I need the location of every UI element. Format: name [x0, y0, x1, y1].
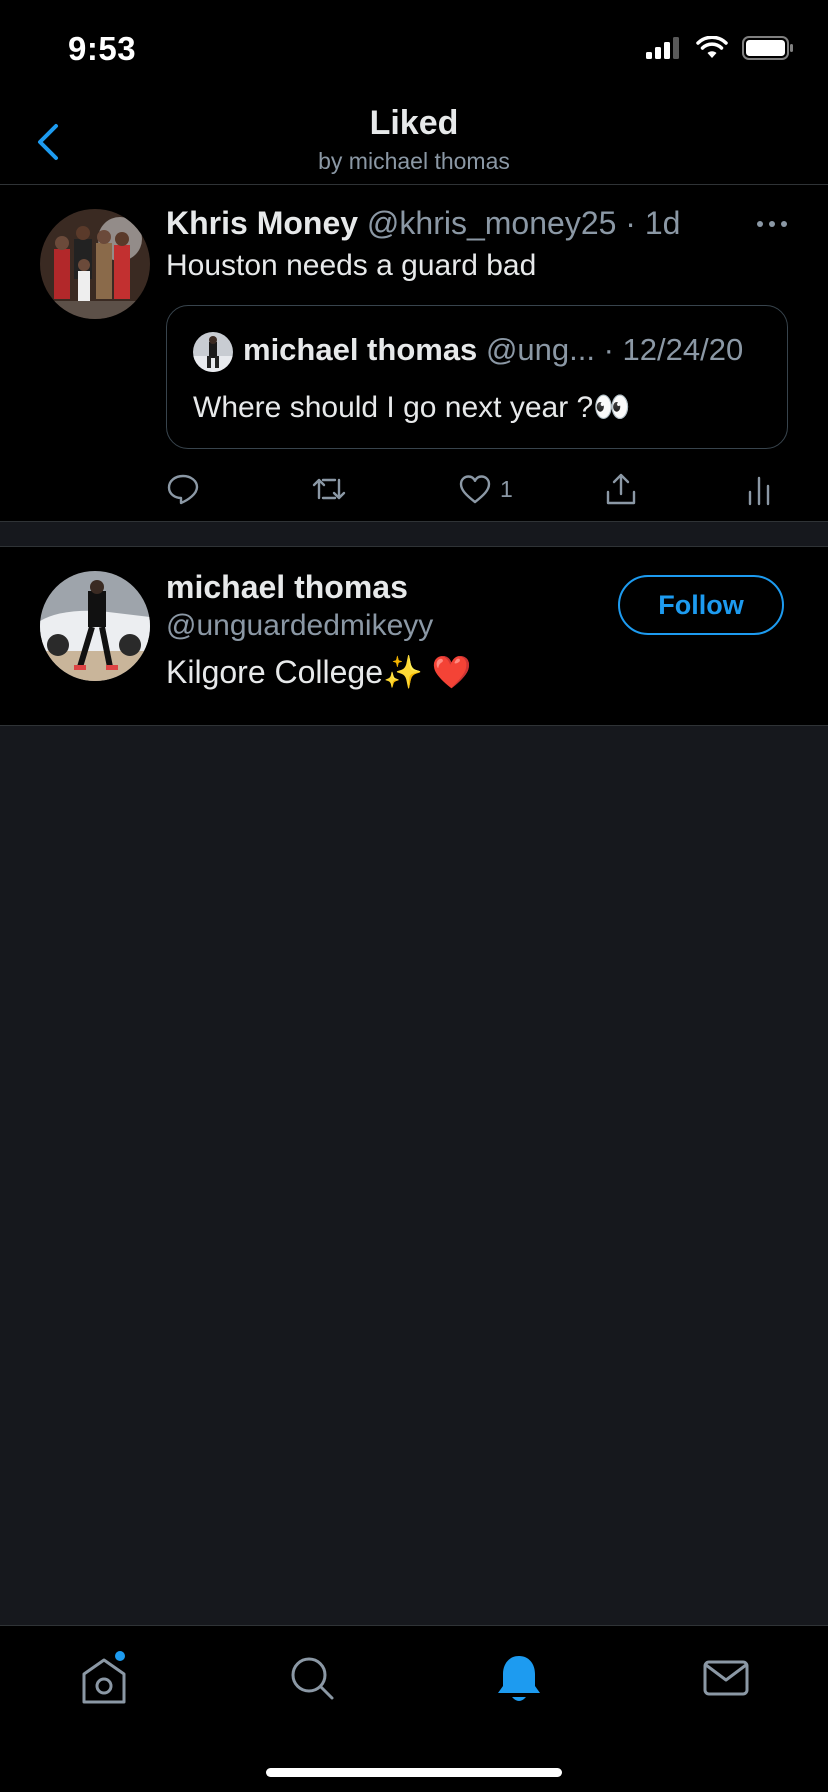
- wifi-icon: [696, 36, 728, 58]
- quoted-author-avatar: [193, 332, 233, 372]
- home-badge: [115, 1651, 125, 1661]
- bell-icon: [498, 1656, 540, 1701]
- status-icons: [646, 36, 794, 60]
- status-bar: 9:53: [0, 0, 828, 94]
- tab-notifications[interactable]: [489, 1648, 549, 1708]
- tweet-text: Houston needs a guard bad: [166, 249, 537, 282]
- quoted-header: michael thomas @ung... · 12/24/20: [243, 332, 743, 368]
- tab-messages[interactable]: [696, 1648, 756, 1708]
- quoted-tweet[interactable]: michael thomas @ung... · 12/24/20 Where …: [166, 305, 788, 449]
- tweet-card[interactable]: Khris Money @khris_money25 · 1d Houston …: [0, 185, 828, 522]
- quoted-author-handle: @ung...: [485, 332, 595, 367]
- retweet-icon: [312, 478, 346, 500]
- like-button[interactable]: 1: [458, 469, 513, 509]
- user-avatar[interactable]: [40, 571, 150, 681]
- tweet-header: Khris Money @khris_money25 · 1d: [166, 205, 680, 242]
- tab-bar: [0, 1625, 828, 1792]
- share-button[interactable]: [604, 469, 638, 509]
- battery-icon: [742, 36, 793, 60]
- section-divider: [0, 522, 828, 547]
- page-subtitle: by michael thomas: [318, 148, 510, 174]
- like-count: 1: [500, 475, 513, 502]
- quoted-author-name: michael thomas: [243, 332, 478, 367]
- reply-button[interactable]: [166, 469, 200, 509]
- search-icon: [291, 1657, 334, 1700]
- page-title: Liked: [369, 104, 459, 142]
- analytics-icon: [748, 476, 770, 506]
- home-indicator: [266, 1768, 562, 1777]
- tweet-author-name[interactable]: Khris Money: [166, 205, 358, 241]
- tweet-age: 1d: [644, 205, 681, 241]
- tab-search[interactable]: [282, 1648, 342, 1708]
- reply-icon: [167, 474, 199, 505]
- quoted-date: · 12/24/20: [603, 332, 744, 367]
- mail-icon: [703, 1660, 749, 1696]
- nav-header: Liked by michael thomas: [0, 94, 828, 185]
- user-cell[interactable]: michael thomas @unguardedmikeyy Kilgore …: [0, 547, 828, 726]
- follow-button[interactable]: Follow: [618, 575, 784, 635]
- user-bio: Kilgore College✨ ❤️: [166, 654, 472, 690]
- tweet-actions: 1: [166, 469, 806, 509]
- heart-icon: [459, 475, 491, 504]
- analytics-button[interactable]: [744, 469, 774, 509]
- home-icon: [82, 1651, 126, 1704]
- retweet-button[interactable]: [310, 469, 348, 509]
- tab-home[interactable]: [74, 1648, 134, 1708]
- tweet-author-handle: @khris_money25: [366, 205, 617, 241]
- cellular-signal-icon: [646, 37, 679, 59]
- quoted-text: Where should I go next year ?👀: [193, 391, 631, 424]
- more-options-icon[interactable]: [756, 219, 788, 229]
- tweet-author-avatar[interactable]: [40, 209, 150, 319]
- share-icon: [606, 473, 636, 505]
- liked-screen: 9:53 Liked by michael thomas Khris Money…: [0, 0, 828, 1792]
- user-name[interactable]: michael thomas: [166, 569, 408, 606]
- status-time: 9:53: [68, 30, 137, 67]
- user-handle: @unguardedmikeyy: [166, 609, 434, 642]
- tweet-separator: ·: [625, 205, 636, 241]
